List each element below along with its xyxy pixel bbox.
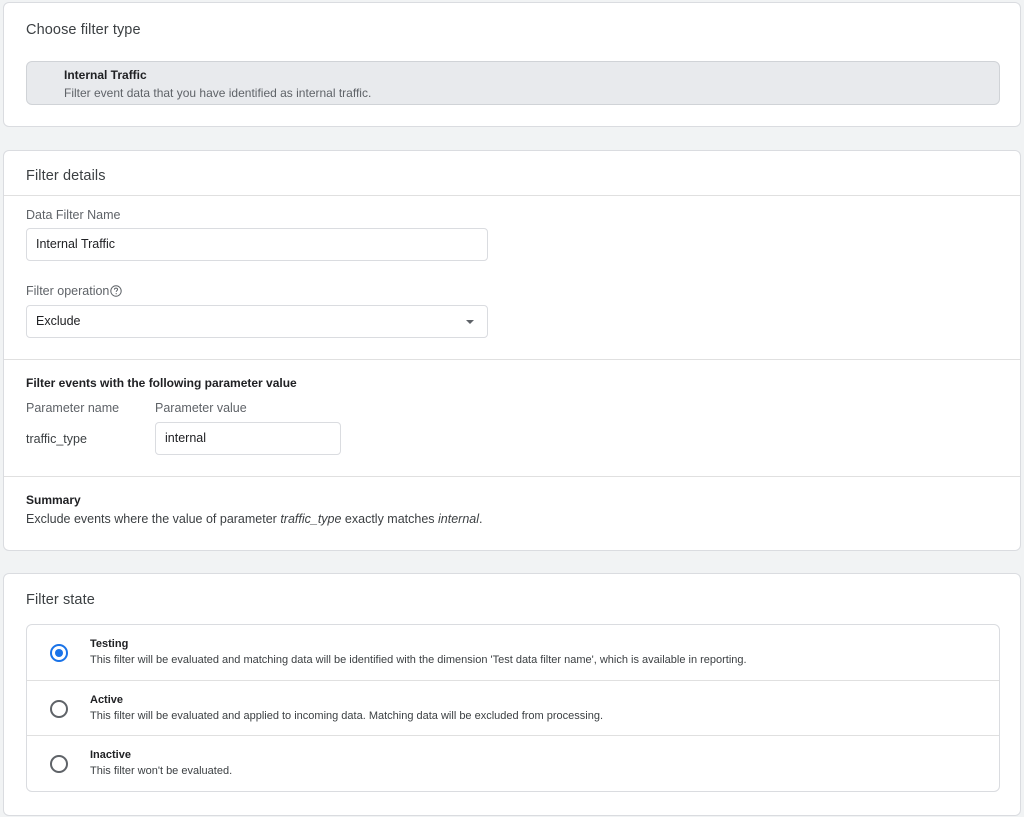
filter-type-option-label: Internal Traffic — [64, 68, 147, 82]
summary-param: traffic_type — [280, 512, 342, 526]
summary-title: Summary — [26, 493, 81, 507]
data-filter-name-label: Data Filter Name — [26, 208, 121, 222]
summary-value: internal — [438, 512, 480, 526]
filter-state-option-inactive[interactable]: Inactive This filter won't be evaluated. — [27, 735, 999, 790]
filter-state-option-description: This filter won't be evaluated. — [90, 765, 233, 777]
radio-icon[interactable] — [50, 700, 68, 718]
filter-type-title: Choose filter type — [26, 22, 141, 38]
filter-state-option-label: Active — [90, 694, 124, 706]
filter-operation-label: Filter operation — [26, 284, 110, 298]
data-filter-name-input[interactable]: Internal Traffic — [26, 228, 488, 261]
filter-state-option-label: Inactive — [90, 749, 131, 761]
filter-state-options: Testing This filter will be evaluated an… — [26, 624, 1000, 792]
filter-details-card: Filter details Data Filter Name Internal… — [3, 150, 1021, 551]
filter-state-title: Filter state — [26, 592, 95, 608]
filter-state-option-active[interactable]: Active This filter will be evaluated and… — [27, 680, 999, 735]
help-circle-icon[interactable] — [110, 285, 123, 297]
filter-operation-selected-value: Exclude — [36, 314, 81, 328]
parameter-name-header: Parameter name — [26, 401, 120, 415]
filter-state-option-label: Testing — [90, 638, 129, 650]
parameter-value-input[interactable]: internal — [155, 422, 341, 455]
summary-text: Exclude events where the value of parame… — [26, 512, 483, 526]
parameter-value-header: Parameter value — [155, 401, 247, 415]
summary-prefix: Exclude events where the value of parame… — [26, 512, 281, 526]
filter-details-title: Filter details — [26, 168, 106, 184]
filter-type-option-internal-traffic[interactable]: Internal Traffic Filter event data that … — [26, 61, 1000, 105]
radio-icon[interactable] — [50, 755, 68, 773]
summary-middle: exactly matches — [341, 512, 439, 526]
filter-state-option-testing[interactable]: Testing This filter will be evaluated an… — [27, 625, 999, 680]
filter-type-card: Choose filter type Internal Traffic Filt… — [3, 2, 1021, 127]
filter-state-card: Filter state Testing This filter will be… — [3, 573, 1021, 816]
filter-operation-label-wrap: Filter operation — [26, 284, 123, 298]
filter-operation-select[interactable]: Exclude — [26, 305, 488, 338]
divider — [4, 359, 1020, 360]
parameter-name-value: traffic_type — [26, 432, 87, 446]
divider — [4, 476, 1020, 477]
summary-suffix: . — [479, 512, 483, 526]
caret-down-icon — [466, 320, 474, 324]
radio-icon[interactable] — [50, 644, 68, 662]
filter-state-option-description: This filter will be evaluated and applie… — [90, 710, 604, 722]
divider — [4, 195, 1020, 196]
filter-state-option-description: This filter will be evaluated and matchi… — [90, 654, 747, 666]
parameter-section-title: Filter events with the following paramet… — [26, 376, 297, 390]
filter-type-option-description: Filter event data that you have identifi… — [64, 86, 372, 100]
